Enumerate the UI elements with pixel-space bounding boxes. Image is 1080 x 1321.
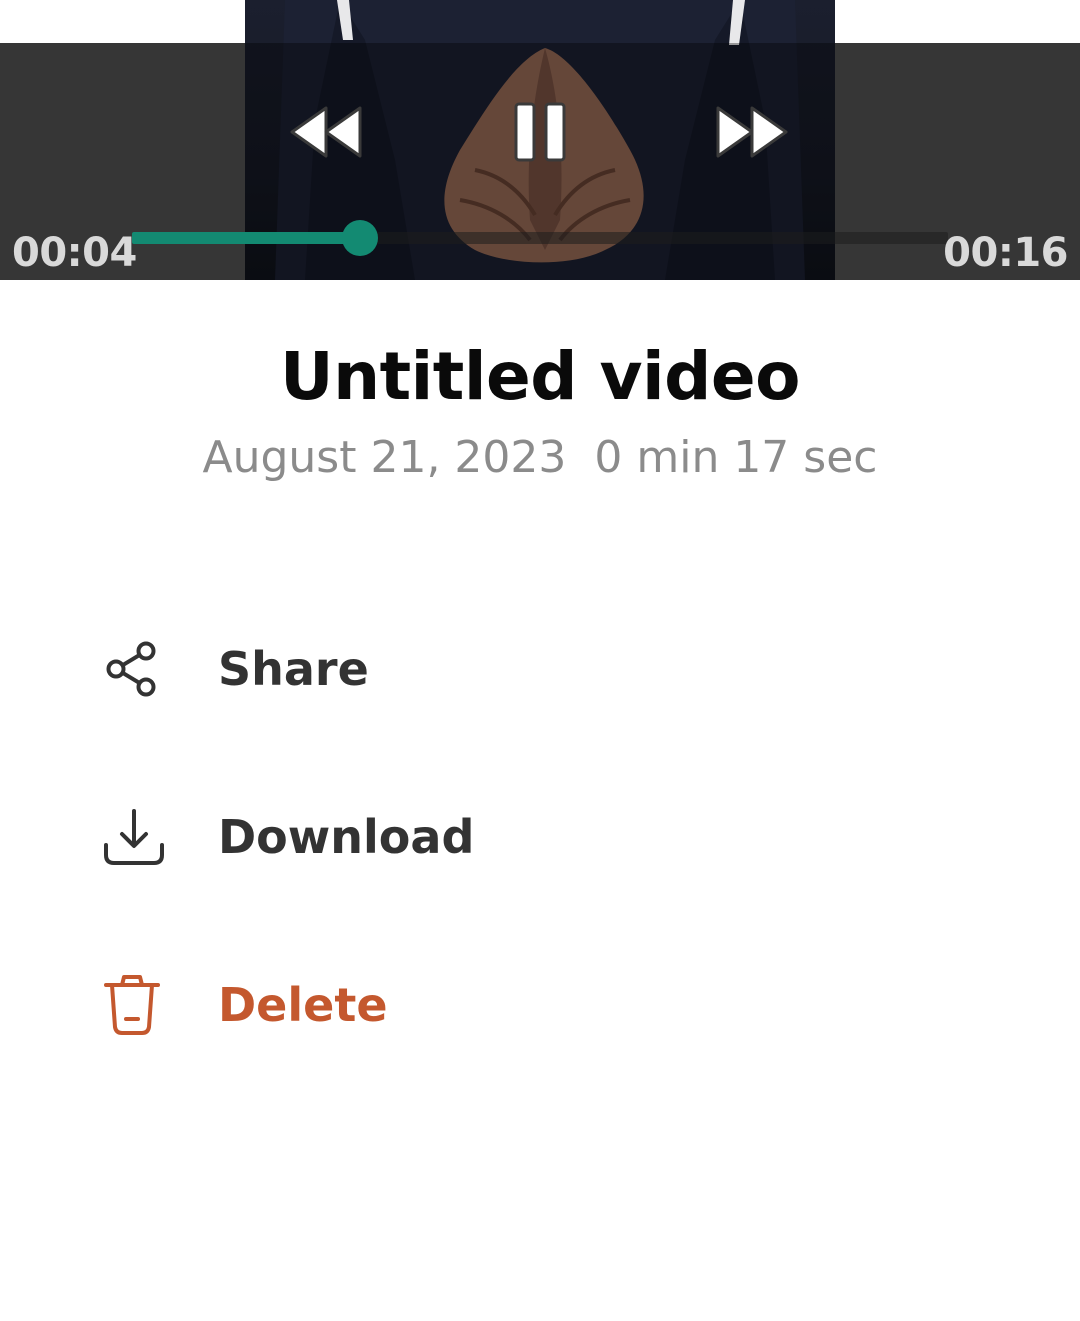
rewind-button[interactable] xyxy=(288,100,364,164)
pause-icon xyxy=(514,102,566,162)
share-icon xyxy=(90,624,180,714)
seek-progress xyxy=(132,232,360,244)
delete-action[interactable]: Delete xyxy=(90,950,990,1060)
current-time: 00:04 xyxy=(12,230,137,276)
share-action[interactable]: Share xyxy=(90,614,990,724)
download-icon xyxy=(90,792,180,882)
delete-label: Delete xyxy=(218,978,388,1032)
download-action[interactable]: Download xyxy=(90,782,990,892)
fast-forward-button[interactable] xyxy=(714,100,790,164)
video-meta: August 21, 2023 0 min 17 sec xyxy=(202,432,878,483)
rewind-icon xyxy=(290,106,362,158)
share-label: Share xyxy=(218,642,369,696)
seek-thumb[interactable] xyxy=(342,220,378,256)
video-player[interactable]: 00:04 00:16 xyxy=(0,0,1080,280)
trash-icon xyxy=(90,960,180,1050)
seek-bar[interactable] xyxy=(132,220,948,256)
fast-forward-icon xyxy=(716,106,788,158)
pause-button[interactable] xyxy=(506,100,574,164)
total-time: 00:16 xyxy=(943,230,1068,276)
download-label: Download xyxy=(218,810,475,864)
video-title: Untitled video xyxy=(280,338,800,415)
